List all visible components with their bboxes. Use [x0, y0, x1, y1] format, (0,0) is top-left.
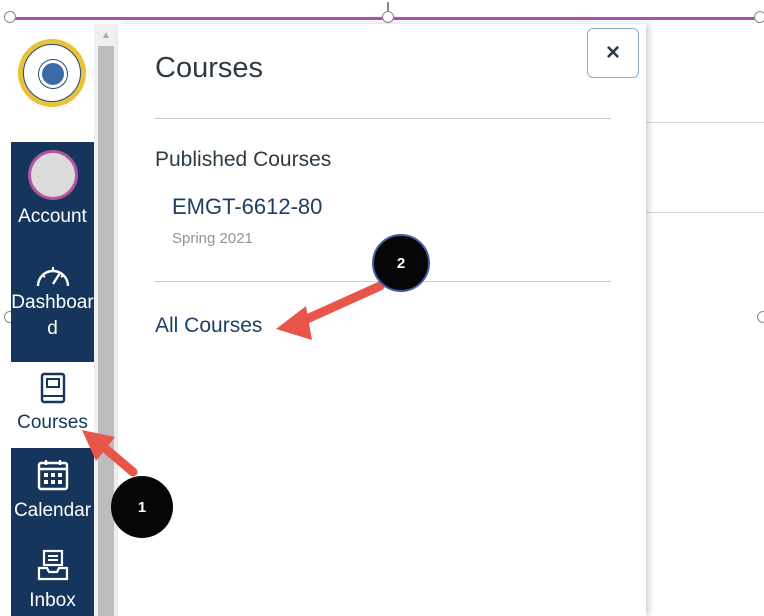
annotation-badge-1: 1: [111, 476, 173, 538]
annotation-badge-2: 2: [372, 234, 430, 292]
annotation-arrow-2: [276, 281, 385, 340]
annotation-arrow-1: [82, 430, 138, 477]
annotation-arrows: [82, 281, 385, 477]
